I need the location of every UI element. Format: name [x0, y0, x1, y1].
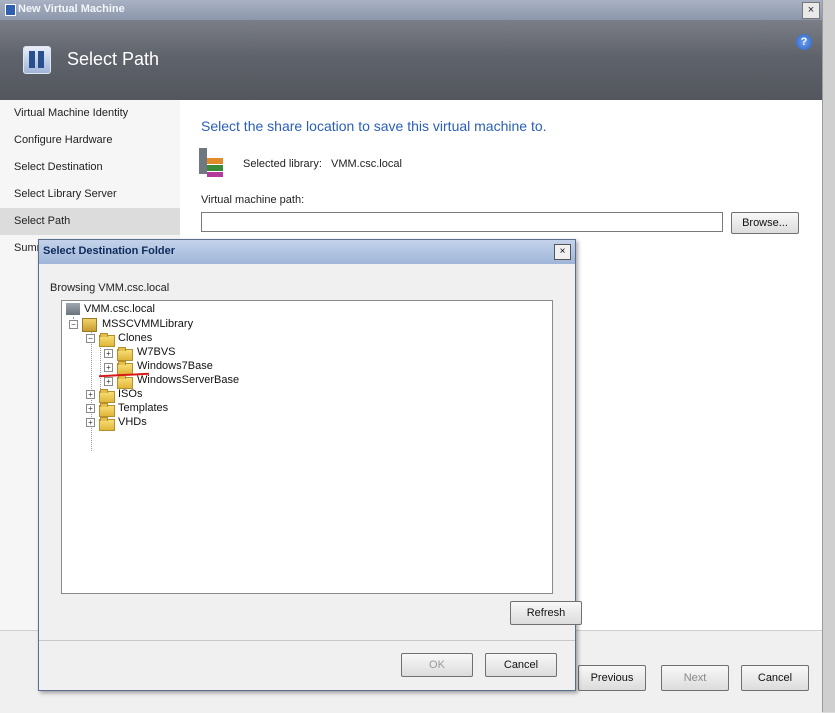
folder-icon — [99, 417, 115, 431]
expand-icon[interactable]: + — [86, 390, 95, 399]
tree-node-isos[interactable]: ISOs — [118, 387, 142, 401]
browsing-label: Browsing VMM.csc.local — [50, 282, 170, 294]
folder-icon — [99, 403, 115, 417]
previous-button[interactable]: Previous — [578, 665, 646, 691]
tree-node-root[interactable]: VMM.csc.local — [84, 302, 155, 316]
dialog-separator — [39, 640, 575, 641]
refresh-button[interactable]: Refresh — [510, 601, 582, 625]
tree-node-templates[interactable]: Templates — [118, 401, 168, 415]
tree-node-clones[interactable]: Clones — [118, 331, 152, 345]
window-close-button[interactable]: × — [802, 2, 820, 19]
dialog-title: Select Destination Folder — [43, 245, 176, 257]
tree-node-windows7base[interactable]: Windows7Base — [137, 359, 213, 373]
folder-icon — [117, 347, 133, 361]
nav-item-virtual-machine-identity[interactable]: Virtual Machine Identity — [0, 100, 180, 127]
library-icon — [199, 148, 225, 178]
vm-path-label: Virtual machine path: — [201, 194, 305, 206]
tree-node-w7bvs[interactable]: W7BVS — [137, 345, 176, 359]
expand-icon[interactable]: + — [86, 418, 95, 427]
help-icon[interactable]: ? — [796, 34, 812, 50]
collapse-icon[interactable]: − — [86, 334, 95, 343]
background-window-edge — [823, 0, 835, 712]
dialog-title-bar: Select Destination Folder × — [39, 240, 575, 264]
expand-icon[interactable]: + — [86, 404, 95, 413]
ok-button[interactable]: OK — [401, 653, 473, 677]
window-title: New Virtual Machine — [18, 3, 125, 15]
nav-item-select-path[interactable]: Select Path — [0, 208, 180, 235]
select-path-icon — [23, 46, 51, 74]
expand-icon[interactable]: + — [104, 363, 113, 372]
wizard-header: Select Path ? — [0, 20, 822, 100]
dialog-cancel-button[interactable]: Cancel — [485, 653, 557, 677]
nav-item-select-destination[interactable]: Select Destination — [0, 154, 180, 181]
folder-icon — [99, 389, 115, 403]
page-title: Select Path — [67, 49, 160, 69]
tree-node-vhds[interactable]: VHDs — [118, 415, 147, 429]
browse-button[interactable]: Browse... — [731, 212, 799, 234]
dialog-close-button[interactable]: × — [554, 244, 571, 260]
title-bar: New Virtual Machine × — [0, 0, 822, 20]
nav-item-select-library-server[interactable]: Select Library Server — [0, 181, 180, 208]
expand-icon[interactable]: + — [104, 377, 113, 386]
cancel-button[interactable]: Cancel — [741, 665, 809, 691]
tree-node-library[interactable]: MSSCVMMLibrary — [102, 317, 193, 331]
folder-tree[interactable]: VMM.csc.local − MSSCVMMLibrary − Clones … — [61, 300, 553, 594]
library-share-icon — [82, 318, 97, 332]
page-heading: Select the share location to save this v… — [201, 118, 547, 134]
selected-library-value: VMM.csc.local — [331, 158, 402, 170]
vm-path-input[interactable] — [201, 212, 723, 232]
server-icon — [66, 303, 80, 315]
next-button[interactable]: Next — [661, 665, 729, 691]
tree-node-windowsserverbase[interactable]: WindowsServerBase — [137, 373, 239, 387]
expand-icon[interactable]: + — [104, 349, 113, 358]
folder-icon — [99, 333, 115, 347]
nav-item-configure-hardware[interactable]: Configure Hardware — [0, 127, 180, 154]
collapse-icon[interactable]: − — [69, 320, 78, 329]
selected-library-label: Selected library: — [243, 158, 322, 170]
app-icon — [5, 4, 16, 16]
select-destination-folder-dialog: Select Destination Folder × Browsing VMM… — [38, 239, 582, 691]
